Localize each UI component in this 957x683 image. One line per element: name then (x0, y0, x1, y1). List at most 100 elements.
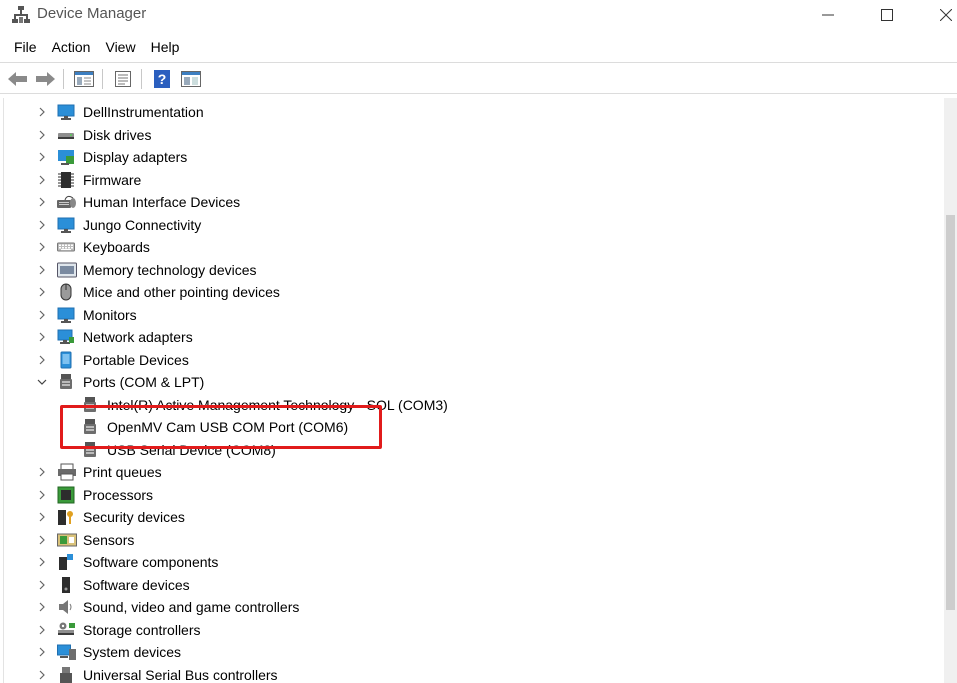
minimize-button[interactable] (805, 0, 851, 30)
tree-category-item[interactable]: Security devices (4, 506, 924, 528)
tree-category-item[interactable]: Display adapters (4, 146, 924, 168)
tree-item-label: Software devices (83, 576, 190, 593)
chevron-right-icon[interactable] (37, 625, 47, 635)
chevron-right-icon[interactable] (37, 580, 47, 590)
scrollbar-thumb[interactable] (946, 215, 955, 610)
monitor-icon (57, 216, 75, 234)
security-key-icon (57, 508, 75, 526)
chevron-right-icon[interactable] (37, 242, 47, 252)
chevron-right-icon[interactable] (37, 602, 47, 612)
title-bar: Device Manager (0, 0, 957, 30)
chevron-right-icon[interactable] (37, 647, 47, 657)
tree-item-label: USB Serial Device (COM8) (107, 441, 276, 458)
tree-item-label: Jungo Connectivity (83, 216, 202, 233)
chevron-right-icon[interactable] (37, 175, 47, 185)
chevron-right-icon[interactable] (37, 220, 47, 230)
tree-item-label: Memory technology devices (83, 261, 257, 278)
tree-category-item[interactable]: Portable Devices (4, 349, 924, 371)
tree-item-label: Print queues (83, 464, 162, 480)
tree-category-item[interactable]: Ports (COM & LPT) (4, 371, 924, 393)
tree-category-item[interactable]: Memory technology devices (4, 259, 924, 281)
chevron-right-icon[interactable] (37, 287, 47, 297)
firmware-chip-icon (57, 171, 75, 189)
chevron-right-icon[interactable] (37, 467, 47, 477)
port-connector-icon (81, 418, 99, 436)
vertical-scrollbar[interactable] (944, 98, 957, 683)
chevron-right-icon[interactable] (37, 490, 47, 500)
tree-category-item[interactable]: DellInstrumentation (4, 101, 924, 123)
back-button[interactable] (7, 68, 29, 90)
tree-item-label: Monitors (83, 306, 137, 323)
tree-category-item[interactable]: Jungo Connectivity (4, 214, 924, 236)
chevron-right-icon[interactable] (37, 265, 47, 275)
menu-file[interactable]: File (0, 36, 45, 60)
tree-child-item[interactable]: USB Serial Device (COM8) (4, 439, 924, 461)
chevron-right-icon[interactable] (37, 310, 47, 320)
toolbar-separator (141, 69, 142, 89)
chevron-right-icon[interactable] (37, 670, 47, 680)
tree-category-item[interactable]: Mice and other pointing devices (4, 281, 924, 303)
chevron-right-icon[interactable] (37, 197, 47, 207)
chevron-right-icon[interactable] (37, 332, 47, 342)
chevron-down-icon[interactable] (37, 377, 47, 387)
monitor-icon (57, 306, 75, 324)
network-adapter-icon (57, 328, 75, 346)
tree-category-item[interactable]: Sound, video and game controllers (4, 596, 924, 618)
tree-child-item[interactable]: Intel(R) Active Management Technology - … (4, 394, 924, 416)
forward-button[interactable] (34, 68, 56, 90)
tree-child-item[interactable]: OpenMV Cam USB COM Port (COM6) (4, 416, 924, 438)
tree-item-label: Ports (COM & LPT) (83, 374, 205, 390)
show-hide-tree-button[interactable] (73, 68, 95, 90)
back-arrow-icon (8, 72, 27, 86)
forward-arrow-icon (36, 72, 55, 86)
tree-item-label: Human Interface Devices (83, 194, 241, 210)
show-hide-tree-icon (74, 71, 94, 87)
tree-item-label: Firmware (83, 171, 142, 188)
tree-category-item[interactable]: Print queues (4, 461, 924, 483)
window-title: Device Manager (37, 5, 147, 22)
sensor-icon (57, 531, 77, 549)
chevron-right-icon[interactable] (37, 130, 47, 140)
tree-item-label: Sound, video and game controllers (83, 599, 300, 615)
tree-category-item[interactable]: Keyboards (4, 236, 924, 258)
tree-category-item[interactable]: Universal Serial Bus controllers (4, 664, 924, 683)
tree-item-label: Mice and other pointing devices (83, 284, 280, 300)
svg-text:?: ? (158, 71, 167, 87)
tree-category-item[interactable]: Storage controllers (4, 619, 924, 641)
software-device-icon (57, 576, 75, 594)
tree-item-label: OpenMV Cam USB COM Port (COM6) (107, 419, 349, 435)
tree-item-label: Sensors (83, 531, 135, 548)
tree-category-item[interactable]: Monitors (4, 304, 924, 326)
chevron-right-icon[interactable] (37, 557, 47, 567)
menu-bar: File Action View Help (0, 36, 957, 60)
tree-category-item[interactable]: Human Interface Devices (4, 191, 924, 213)
device-tree[interactable]: DellInstrumentation Disk drives Display ad… (3, 98, 944, 683)
tree-category-item[interactable]: System devices (4, 641, 924, 663)
close-button[interactable] (923, 0, 957, 30)
update-view-button[interactable] (180, 68, 202, 90)
menu-view[interactable]: View (98, 36, 143, 60)
tree-category-item[interactable]: Sensors (4, 529, 924, 551)
storage-controller-icon (57, 621, 75, 639)
tree-category-item[interactable]: Network adapters (4, 326, 924, 348)
menu-action[interactable]: Action (45, 36, 99, 60)
tree-category-item[interactable]: Software components (4, 551, 924, 573)
help-button[interactable]: ? (151, 68, 173, 90)
menu-help[interactable]: Help (144, 36, 188, 60)
monitor-icon (57, 103, 75, 121)
properties-button[interactable] (112, 68, 134, 90)
disk-drive-icon (57, 126, 75, 144)
chevron-right-icon[interactable] (37, 152, 47, 162)
chevron-right-icon[interactable] (37, 355, 47, 365)
chevron-right-icon[interactable] (37, 512, 47, 522)
keyboard-icon (57, 238, 75, 256)
tree-category-item[interactable]: Software devices (4, 574, 924, 596)
help-icon: ? (154, 70, 170, 88)
tree-category-item[interactable]: Firmware (4, 169, 924, 191)
toolbar-separator (102, 69, 103, 89)
tree-category-item[interactable]: Disk drives (4, 124, 924, 146)
chevron-right-icon[interactable] (37, 535, 47, 545)
chevron-right-icon[interactable] (37, 107, 47, 117)
maximize-button[interactable] (864, 0, 910, 30)
tree-category-item[interactable]: Processors (4, 484, 924, 506)
